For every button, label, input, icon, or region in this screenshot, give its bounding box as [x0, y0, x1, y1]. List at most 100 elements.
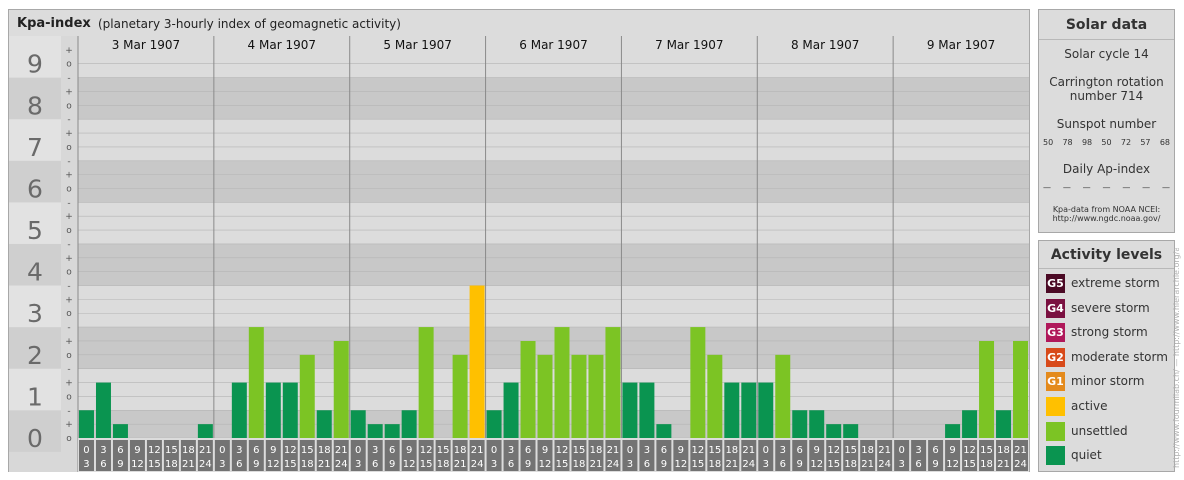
- interval-start-label: 0: [627, 445, 633, 456]
- interval-start-label: 18: [318, 445, 331, 456]
- legend-swatch: G3: [1046, 323, 1065, 343]
- chart-title: Kpa-index: [17, 16, 91, 31]
- background-band: [78, 368, 1029, 411]
- kpa-bar-chart: 3 Mar 1907 4 Mar 1907 5 Mar 1907 6 Mar 1907…: [9, 36, 1029, 472]
- kp-bar: [401, 410, 417, 438]
- y-tick-label: 3: [27, 299, 43, 328]
- interval-end-label: 9: [797, 459, 803, 470]
- chart-subtitle: (planetary 3-hourly index of geomagnetic…: [98, 17, 401, 31]
- ap-value: —: [1122, 183, 1131, 192]
- interval-end-label: 18: [708, 459, 721, 470]
- interval-start-label: 21: [878, 445, 891, 456]
- y-subtick-label: +: [65, 171, 73, 181]
- interval-end-label: 12: [267, 459, 280, 470]
- interval-start-label: 18: [590, 445, 603, 456]
- interval-end-label: 6: [372, 459, 378, 470]
- day-label: 9 Mar 1907: [927, 38, 995, 52]
- interval-end-label: 24: [878, 459, 891, 470]
- interval-end-label: 12: [674, 459, 687, 470]
- y-subtick-label: -: [67, 365, 70, 375]
- interval-start-label: 6: [525, 445, 531, 456]
- interval-end-label: 21: [725, 459, 738, 470]
- interval-start-label: 9: [678, 445, 684, 456]
- sunspot-title: Sunspot number: [1056, 117, 1157, 131]
- interval-start-label: 6: [253, 445, 259, 456]
- kp-bar: [503, 382, 519, 438]
- legend-swatch: G1: [1046, 372, 1065, 392]
- kp-bar: [79, 410, 94, 438]
- kp-bar: [1013, 340, 1028, 438]
- interval-start-label: 15: [301, 445, 314, 456]
- interval-start-label: 12: [827, 445, 840, 456]
- interval-start-label: 9: [814, 445, 820, 456]
- interval-end-label: 9: [525, 459, 531, 470]
- sunspot-values: 50 78 98 50 72 57 68: [1043, 138, 1170, 147]
- interval-end-label: 18: [844, 459, 857, 470]
- ap-value: —: [1082, 183, 1091, 192]
- interval-end-label: 15: [556, 459, 569, 470]
- y-subtick-label: -: [67, 115, 70, 125]
- background-band: [78, 243, 1029, 286]
- activity-legend-panel: Activity levels G5 extreme storm G4 severe …: [1038, 240, 1175, 472]
- day-label: 8 Mar 1907: [791, 38, 859, 52]
- kp-bar: [690, 327, 706, 438]
- interval-start-label: 18: [997, 445, 1010, 456]
- interval-end-label: 12: [946, 459, 959, 470]
- y-tick-label: 4: [27, 258, 43, 287]
- carrington-line-1: Carrington rotation: [1049, 75, 1164, 89]
- kp-bar: [112, 424, 128, 438]
- interval-start-label: 6: [389, 445, 395, 456]
- y-subtick-label: -: [67, 198, 70, 208]
- kp-bar: [792, 410, 808, 438]
- y-tick-label: 6: [27, 174, 43, 203]
- kp-bar: [605, 327, 621, 438]
- y-subtick-label: +: [65, 212, 73, 222]
- interval-start-label: 9: [542, 445, 548, 456]
- legend-swatch: G5: [1046, 274, 1065, 293]
- day-label: 6 Mar 1907: [519, 38, 587, 52]
- kp-bar: [639, 382, 655, 438]
- ap-value: —: [1062, 183, 1071, 192]
- interval-end-label: 15: [284, 459, 297, 470]
- y-tick-label: 7: [27, 133, 43, 162]
- background-band: [78, 327, 1029, 369]
- kp-bar: [265, 382, 281, 438]
- interval-end-label: 21: [454, 459, 467, 470]
- y-tick-label: 8: [27, 91, 43, 120]
- y-tick-label: 5: [27, 216, 43, 245]
- kp-bar: [945, 424, 961, 438]
- y-subtick-label: o: [66, 226, 72, 236]
- interval-end-label: 3: [491, 459, 497, 470]
- watermark: http://www.fourmilab.ch/ — http://www.hi…: [1172, 248, 1181, 468]
- y-subtick-label: o: [66, 434, 72, 444]
- y-tick-label: 9: [27, 50, 43, 79]
- ap-value: —: [1102, 183, 1111, 192]
- carrington-line-2: number 714: [1069, 89, 1144, 103]
- legend-swatch: [1046, 446, 1065, 466]
- sunspot-value: 72: [1120, 138, 1132, 147]
- interval-end-label: 21: [182, 459, 195, 470]
- kp-bar: [367, 424, 383, 438]
- kpa-chart-panel: Kpa-index (planetary 3-hourly index of g…: [8, 9, 1030, 472]
- y-subtick-label: +: [65, 337, 73, 347]
- interval-start-label: 12: [284, 445, 297, 456]
- background-band: [78, 119, 1029, 161]
- interval-start-label: 3: [236, 445, 242, 456]
- kp-bar: [979, 340, 995, 438]
- legend-label: severe storm: [1071, 300, 1150, 315]
- interval-start-label: 21: [1014, 445, 1027, 456]
- y-subtick-label: o: [66, 184, 72, 194]
- ap-value: —: [1161, 183, 1170, 192]
- interval-end-label: 12: [810, 459, 823, 470]
- interval-end-label: 18: [165, 459, 178, 470]
- interval-end-label: 21: [997, 459, 1010, 470]
- interval-end-label: 21: [590, 459, 603, 470]
- interval-start-label: 0: [83, 445, 89, 456]
- y-subtick-label: -: [67, 323, 70, 333]
- kp-bar: [486, 410, 502, 438]
- kp-bar: [282, 382, 298, 438]
- interval-start-label: 12: [420, 445, 433, 456]
- legend-label: minor storm: [1071, 374, 1145, 389]
- interval-end-label: 24: [607, 459, 620, 470]
- y-tick-label: 1: [27, 382, 43, 411]
